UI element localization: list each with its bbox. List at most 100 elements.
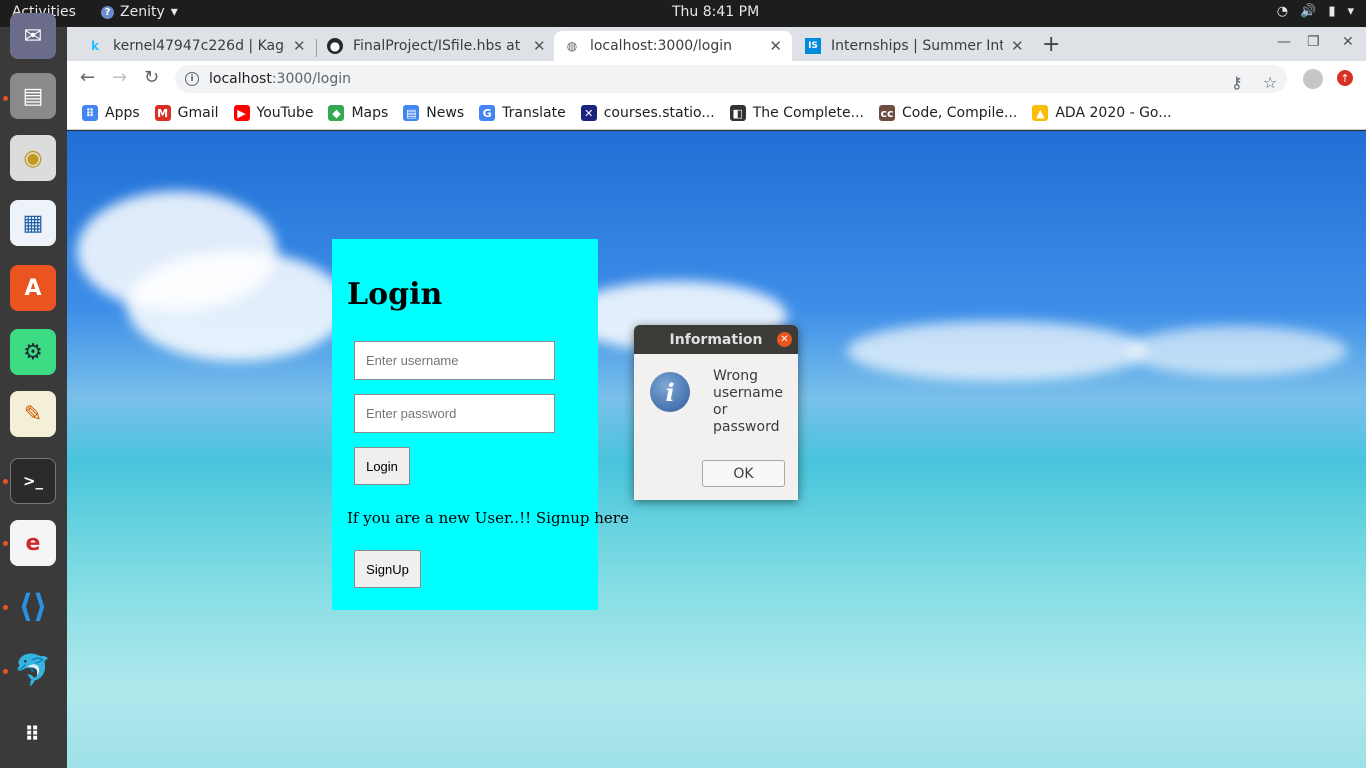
- background-cloud: [847, 321, 1147, 381]
- forward-button[interactable]: →: [112, 67, 127, 88]
- password-input[interactable]: Enter password: [354, 394, 555, 433]
- rhythmbox-icon[interactable]: ◉: [10, 135, 56, 181]
- chevron-down-icon: ▾: [1347, 4, 1354, 19]
- running-indicator: [3, 541, 8, 546]
- key-icon[interactable]: ⚷: [1231, 73, 1243, 92]
- url-path: :3000/login: [271, 71, 352, 87]
- close-icon[interactable]: ✕: [533, 37, 546, 55]
- bookmark-apps-grid[interactable]: ⠿ Apps: [82, 105, 140, 121]
- tab-title: kernel47947c226d | Kaggle: [113, 38, 285, 54]
- tab-title: FinalProject/ISfile.hbs at master: [353, 38, 525, 54]
- bookmark-youtube[interactable]: ▶ YouTube: [233, 105, 314, 121]
- internshala-icon: IS: [805, 38, 821, 54]
- login-button[interactable]: Login: [354, 447, 410, 485]
- signup-prompt: If you are a new User..!! Signup here: [347, 509, 629, 527]
- kaggle-icon: k: [91, 39, 99, 53]
- minimize-button[interactable]: —: [1277, 34, 1291, 50]
- evince-icon[interactable]: e: [10, 520, 56, 566]
- zenity-icon: ?: [101, 5, 114, 19]
- battery-icon: ▮: [1328, 4, 1336, 19]
- tab-localhost-login[interactable]: ◍ localhost:3000/login ✕: [554, 31, 792, 61]
- bookmark-label: YouTube: [256, 105, 314, 121]
- info-icon[interactable]: i: [185, 72, 199, 86]
- files-icon[interactable]: ▤: [10, 73, 56, 119]
- gmail-icon: M: [154, 105, 171, 121]
- bookmark-translate[interactable]: G Translate: [479, 105, 566, 121]
- close-icon[interactable]: ✕: [777, 332, 792, 347]
- show-apps-icon[interactable]: ⠿: [10, 711, 56, 757]
- reload-button[interactable]: ↻: [144, 67, 159, 88]
- restore-button[interactable]: ❐: [1307, 34, 1320, 50]
- terminal-icon[interactable]: >_: [10, 458, 56, 504]
- bookmark-drive[interactable]: ▲ ADA 2020 - Go...: [1032, 105, 1172, 121]
- dock: ✉ ▤ ◉ ▦ A ⚙ ✎ >_ e ⟨⟩ 🐬 ⠿: [0, 13, 67, 768]
- text-editor-icon[interactable]: ✎: [10, 391, 56, 437]
- signup-button[interactable]: SignUp: [354, 550, 421, 588]
- new-tab-button[interactable]: +: [1042, 32, 1060, 57]
- drive-icon: ▲: [1032, 105, 1049, 121]
- tab-kaggle[interactable]: k kernel47947c226d | Kaggle ✕: [77, 31, 316, 61]
- tab-internshala[interactable]: IS Internships | Summer Internships ✕: [795, 31, 1034, 61]
- tab-title: localhost:3000/login: [589, 38, 732, 54]
- wifi-icon: ◔: [1276, 4, 1289, 19]
- tab-strip: k kernel47947c226d | Kaggle ✕ ● FinalPro…: [67, 27, 1366, 61]
- bookmark-label: Apps: [105, 105, 140, 121]
- x-icon: ✕: [580, 105, 597, 121]
- bookmark-label: Maps: [351, 105, 389, 121]
- bookmark-news[interactable]: ▤ News: [403, 105, 464, 121]
- volume-icon: 🔊: [1300, 4, 1317, 19]
- apps-grid-icon: ⠿: [82, 105, 98, 121]
- bookmark-label: courses.statio...: [603, 105, 715, 121]
- bookmark-maps[interactable]: ◆ Maps: [328, 105, 388, 121]
- bookmark-cc[interactable]: cc Code, Compile...: [879, 105, 1017, 121]
- bookmark-bookmark[interactable]: ◧ The Complete...: [729, 105, 864, 121]
- vscode-icon[interactable]: ⟨⟩: [10, 583, 56, 629]
- bookmark-label: News: [426, 105, 465, 121]
- back-button[interactable]: ←: [80, 67, 95, 88]
- star-icon[interactable]: ☆: [1263, 73, 1277, 92]
- login-heading: Login: [347, 277, 443, 312]
- ok-button[interactable]: OK: [702, 460, 785, 487]
- tab-github[interactable]: ● FinalProject/ISfile.hbs at master ✕: [317, 31, 556, 61]
- top-bar: Activities ? Zenity ▾ Thu 8:41 PM ◔ 🔊 ▮ …: [0, 0, 1366, 27]
- close-icon[interactable]: ✕: [769, 37, 782, 55]
- background-cloud: [127, 251, 347, 361]
- dialog-titlebar[interactable]: Information ✕: [634, 325, 798, 354]
- bookmark-label: Translate: [502, 105, 566, 121]
- info-icon: i: [650, 372, 690, 412]
- running-indicator: [3, 479, 8, 484]
- close-icon[interactable]: ✕: [1011, 37, 1024, 55]
- bookmark-gmail[interactable]: M Gmail: [154, 105, 219, 121]
- bookmark-label: ADA 2020 - Go...: [1055, 105, 1172, 121]
- running-indicator: [3, 96, 8, 101]
- username-input[interactable]: Enter username: [354, 341, 555, 380]
- login-form: Login Enter username Enter password Logi…: [332, 239, 629, 610]
- mysql-workbench-icon[interactable]: 🐬: [10, 647, 56, 693]
- app-menu[interactable]: ? Zenity ▾: [101, 4, 178, 20]
- update-icon[interactable]: ↑: [1337, 70, 1353, 86]
- software-icon[interactable]: A: [10, 265, 56, 311]
- running-indicator: [3, 669, 8, 674]
- profile-avatar[interactable]: [1303, 69, 1323, 89]
- url-host: localhost: [209, 71, 272, 87]
- youtube-icon: ▶: [233, 105, 250, 121]
- close-icon[interactable]: ✕: [293, 37, 306, 55]
- android-studio-icon[interactable]: ⚙: [10, 329, 56, 375]
- bookmark-icon: ◧: [729, 105, 746, 121]
- thunderbird-icon[interactable]: ✉: [10, 13, 56, 59]
- bookmark-label: The Complete...: [752, 105, 864, 121]
- address-bar[interactable]: i localhost:3000/login ⚷ ☆: [175, 65, 1287, 93]
- system-tray[interactable]: ◔ 🔊 ▮ ▾: [1277, 4, 1354, 19]
- dialog-message: Wrong username or password: [713, 368, 783, 435]
- app-menu-label: Zenity: [120, 4, 165, 20]
- github-icon: ●: [327, 38, 343, 54]
- dialog-title: Information: [669, 331, 763, 348]
- bookmark-x[interactable]: ✕ courses.statio...: [580, 105, 715, 121]
- writer-icon[interactable]: ▦: [10, 200, 56, 246]
- close-window-button[interactable]: ✕: [1342, 34, 1354, 50]
- bookmark-label: Code, Compile...: [902, 105, 1018, 121]
- bookmark-label: Gmail: [177, 105, 219, 121]
- tab-title: Internships | Summer Internships: [831, 38, 1003, 54]
- news-icon: ▤: [403, 105, 420, 121]
- clock[interactable]: Thu 8:41 PM: [672, 4, 759, 20]
